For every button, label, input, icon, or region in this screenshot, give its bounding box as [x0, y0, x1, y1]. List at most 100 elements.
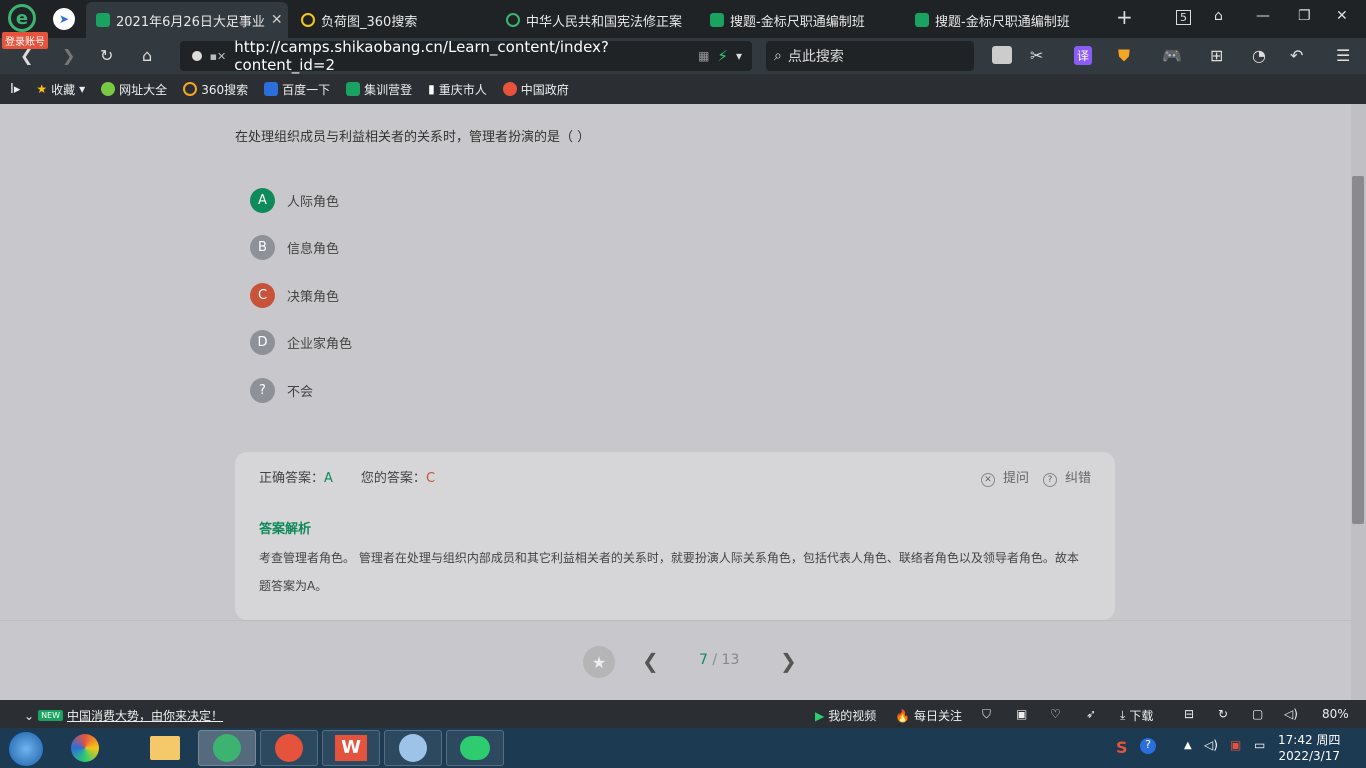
- tab-0[interactable]: 2021年6月26日大足事业 ✕: [86, 2, 288, 38]
- home-icon[interactable]: ⌂: [142, 46, 152, 65]
- taskbar-wechat[interactable]: [446, 730, 504, 766]
- bookmark-label: 中国政府: [520, 82, 569, 97]
- tab-1[interactable]: 负荷图_360搜索: [291, 2, 491, 38]
- next-page-icon[interactable]: ❯: [780, 649, 797, 673]
- sync-icon[interactable]: ↻: [1218, 707, 1228, 721]
- option-a[interactable]: A 人际角色: [250, 188, 339, 213]
- url-text[interactable]: http://camps.shikaobang.cn/Learn_content…: [234, 38, 690, 74]
- taskbar-app-colorful[interactable]: [56, 730, 114, 766]
- sogou-icon[interactable]: S: [1116, 738, 1128, 757]
- news-ticker[interactable]: ⌄ NEW 中国消费大势，由你来决定！: [24, 707, 223, 724]
- option-letter: B: [250, 235, 275, 260]
- shield-icon[interactable]: ⛉: [982, 707, 991, 722]
- bookmark-item[interactable]: 百度一下: [264, 81, 330, 98]
- tab-title: 2021年6月26日大足事业: [116, 14, 265, 30]
- bookmark-item[interactable]: ▮ 重庆市人: [428, 81, 487, 98]
- taskbar-wps[interactable]: W: [322, 730, 380, 766]
- daily-button[interactable]: 🔥 每日关注: [895, 707, 962, 724]
- history-icon[interactable]: ◔: [1252, 46, 1266, 65]
- network-error-icon[interactable]: ▣: [1230, 738, 1241, 752]
- bookmark-item[interactable]: 网址大全: [101, 81, 167, 98]
- option-unknown[interactable]: ? 不会: [250, 378, 313, 403]
- page-counter: 7 / 13: [699, 652, 739, 668]
- bookmark-item[interactable]: 中国政府: [502, 81, 569, 98]
- bookmark-item[interactable]: 360搜索: [183, 81, 248, 98]
- search-box[interactable]: ⌕ 点此搜索: [766, 41, 974, 71]
- search-360-icon: [301, 13, 315, 27]
- wechat-icon: [460, 736, 490, 760]
- start-button[interactable]: [8, 731, 44, 767]
- minimize-icon[interactable]: —: [1256, 8, 1270, 24]
- notification-icon[interactable]: ▭: [1254, 738, 1265, 752]
- prev-page-icon[interactable]: ❮: [642, 649, 659, 673]
- option-d[interactable]: D 企业家角色: [250, 330, 352, 355]
- favorite-star-button[interactable]: ★: [583, 646, 615, 678]
- restore-icon[interactable]: ❐: [1298, 8, 1311, 24]
- daily-label: 每日关注: [913, 709, 962, 723]
- menu-icon[interactable]: ☰: [1336, 46, 1350, 65]
- taskbar-netease-music[interactable]: [260, 730, 318, 766]
- new-tab-icon[interactable]: +: [1116, 5, 1133, 29]
- option-b[interactable]: B 信息角色: [250, 235, 339, 260]
- option-c[interactable]: C 决策角色: [250, 283, 339, 308]
- search-placeholder[interactable]: 点此搜索: [788, 46, 844, 66]
- image-icon[interactable]: ▣: [1016, 707, 1027, 721]
- sidebar-toggle-icon[interactable]: I▸: [10, 82, 20, 97]
- new-badge: NEW: [38, 710, 64, 721]
- clock[interactable]: 17:42 周四 2022/3/17: [1278, 732, 1340, 764]
- send-icon[interactable]: ➤: [53, 8, 75, 30]
- bookmark-item[interactable]: 集训营登: [346, 81, 412, 98]
- window-icon[interactable]: ▢: [1252, 707, 1263, 721]
- tab-title: 中华人民共和国宪法修正案: [526, 14, 683, 30]
- download-label: 下载: [1129, 709, 1154, 723]
- coupon-icon[interactable]: ⛊: [1118, 46, 1130, 66]
- reload-icon[interactable]: ↻: [100, 46, 113, 65]
- qr-icon[interactable]: ▦: [698, 49, 709, 63]
- search-icon: ⌕: [774, 48, 782, 64]
- zoom-level[interactable]: 80%: [1322, 707, 1349, 721]
- taskbar-browser[interactable]: [198, 730, 256, 766]
- close-window-icon[interactable]: ✕: [1336, 8, 1348, 24]
- security-icon: [192, 51, 202, 61]
- site-icon: [710, 13, 724, 27]
- rocket-icon[interactable]: ➶: [1086, 707, 1096, 721]
- volume-icon[interactable]: ◁): [1204, 738, 1218, 752]
- taskbar-file-explorer[interactable]: [136, 730, 194, 766]
- car-icon[interactable]: ⊟: [1184, 707, 1194, 721]
- tab-3[interactable]: 搜题-金标尺职通编制班: [700, 2, 900, 38]
- login-badge[interactable]: 登录账号: [2, 32, 48, 49]
- chevron-down-icon[interactable]: ▾: [736, 49, 742, 63]
- close-icon[interactable]: ✕: [271, 12, 283, 28]
- bookmark-favorites[interactable]: ★ 收藏 ▾: [36, 81, 85, 98]
- undo-icon[interactable]: ↶: [1290, 46, 1303, 65]
- tab-4[interactable]: 搜题-金标尺职通编制班: [905, 2, 1105, 38]
- heart-icon[interactable]: ♡: [1050, 707, 1061, 721]
- help-icon[interactable]: ?: [1140, 738, 1156, 754]
- translate-icon[interactable]: 译: [1074, 46, 1093, 65]
- forward-icon[interactable]: ❯: [62, 46, 75, 65]
- game-icon[interactable]: 🎮: [1162, 46, 1182, 65]
- ask-button[interactable]: ✕ 提问: [980, 467, 1029, 487]
- ie-logo-icon: e: [8, 4, 36, 32]
- scissors-icon[interactable]: ✂: [1030, 46, 1043, 65]
- lightning-icon[interactable]: ⚡: [717, 47, 728, 65]
- option-text: 决策角色: [287, 290, 340, 305]
- tab-count[interactable]: 5: [1176, 10, 1191, 25]
- download-button[interactable]: ⤓ 下载: [1120, 707, 1153, 724]
- address-bar[interactable]: ▪✕ http://camps.shikaobang.cn/Learn_cont…: [180, 38, 752, 74]
- volume-icon[interactable]: ◁): [1284, 707, 1298, 721]
- reader-icon[interactable]: [992, 46, 1012, 64]
- scrollbar-thumb[interactable]: [1352, 176, 1364, 524]
- option-letter: A: [250, 188, 275, 213]
- news-text[interactable]: 中国消费大势，由你来决定！: [67, 707, 223, 724]
- apps-grid-icon[interactable]: ⊞: [1210, 46, 1223, 65]
- analysis-title: 答案解析: [259, 522, 312, 537]
- my-video-button[interactable]: ▶ 我的视频: [815, 707, 876, 724]
- tab-2[interactable]: 中华人民共和国宪法修正案: [496, 2, 696, 38]
- tray-expand-icon[interactable]: ▲: [1184, 740, 1192, 751]
- search-360-icon: [506, 13, 520, 27]
- chevron-down-icon: ⌄: [24, 708, 35, 723]
- report-button[interactable]: ? 纠错: [1042, 467, 1091, 487]
- shirt-icon[interactable]: ⌂: [1214, 8, 1223, 24]
- taskbar-app-globe[interactable]: [384, 730, 442, 766]
